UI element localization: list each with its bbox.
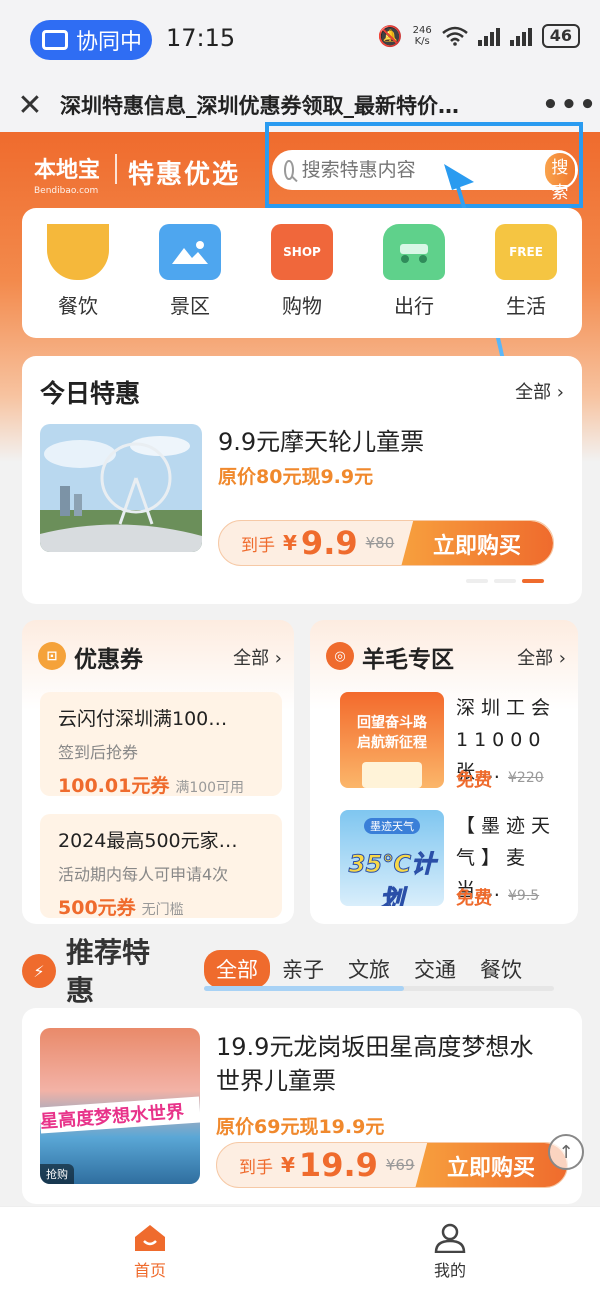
nav-home[interactable]: 首页 bbox=[0, 1207, 300, 1295]
today-buy-bar: 到手 ¥ 9.9 ¥80 立即购买 bbox=[218, 520, 554, 566]
recommend-buy-bar: 到手 ¥ 19.9 ¥69 立即购买 bbox=[216, 1142, 568, 1188]
cast-label: 协同中 bbox=[76, 30, 143, 55]
signal-icon-2 bbox=[509, 26, 532, 46]
bendibao-logo: 本地宝 Bendibao.com bbox=[34, 157, 101, 196]
wool-item[interactable]: 回望奋斗路 启航新征程 深圳工会11000张… 免费 ¥220 bbox=[340, 692, 580, 792]
status-icons: 🔕 246 K/s 46 bbox=[378, 24, 580, 48]
coupon-item[interactable]: 云闪付深圳满100… 签到后抢券 100.01元券 满100可用 bbox=[40, 692, 282, 797]
wool-zone-title: 羊毛专区 bbox=[362, 647, 454, 673]
category-travel[interactable]: 出行 bbox=[369, 224, 459, 338]
recommend-buy-now-button[interactable]: 立即购买 bbox=[415, 1143, 567, 1187]
wool-see-all-link[interactable]: 全部 › bbox=[517, 644, 566, 670]
recommend-tabs: 全部 亲子 文旅 交通 餐饮 bbox=[204, 950, 564, 988]
tab-family[interactable]: 亲子 bbox=[270, 950, 336, 988]
chevron-right-icon: › bbox=[551, 382, 564, 403]
close-icon[interactable]: ✕ bbox=[0, 88, 60, 123]
nav-mine[interactable]: 我的 bbox=[300, 1207, 600, 1295]
screen-cast-icon bbox=[42, 30, 68, 50]
category-shopping[interactable]: SHOP 购物 bbox=[257, 224, 347, 338]
coupons-card: ⊡ 优惠券 全部 › 云闪付深圳满100… 签到后抢券 100.01元券 满100… bbox=[22, 620, 294, 924]
today-deal-old-price: ¥80 bbox=[365, 534, 395, 552]
logo-divider bbox=[115, 154, 117, 184]
page-title: 深圳特惠信息_深圳优惠券领取_最新特价… bbox=[60, 94, 459, 118]
today-deal-original-price: 原价80元现9.9元 bbox=[218, 466, 374, 488]
union-event-image: 回望奋斗路 启航新征程 bbox=[340, 692, 444, 788]
water-park-image[interactable]: 星高度梦想水世界 抢购 bbox=[40, 1028, 200, 1184]
ferris-wheel-image[interactable] bbox=[40, 424, 202, 552]
recommend-title: 推荐特惠 bbox=[66, 936, 151, 1007]
signal-icon bbox=[477, 26, 500, 46]
tab-all[interactable]: 全部 bbox=[204, 950, 270, 988]
chevron-right-icon: › bbox=[269, 648, 282, 669]
coupon-icon: ⊡ bbox=[38, 642, 66, 670]
lightning-icon: ⚡ bbox=[22, 954, 56, 988]
today-see-all-link[interactable]: 全部 › bbox=[515, 378, 564, 404]
tab-dining[interactable]: 餐饮 bbox=[468, 950, 534, 988]
recommend-deal-card: 星高度梦想水世界 抢购 19.9元龙岗坂田星高度梦想水世界儿童票 原价69元现1… bbox=[22, 1008, 582, 1204]
coupon-item[interactable]: 2024最高500元家… 活动期内每人可申请4次 500元券 无门槛 bbox=[40, 814, 282, 919]
car-icon bbox=[383, 224, 445, 280]
recommend-deal-price: 19.9 bbox=[298, 1146, 378, 1184]
brand-title: 特惠优选 bbox=[128, 160, 241, 190]
network-speed: 246 K/s bbox=[412, 25, 432, 47]
wool-zone-icon: ◎ bbox=[326, 642, 354, 670]
recommend-deal-original-price: 原价69元现19.9元 bbox=[216, 1116, 385, 1138]
chevron-right-icon: › bbox=[553, 648, 566, 669]
category-card: 餐饮 景区 SHOP 购物 出行 FREE 生活 bbox=[22, 208, 582, 338]
today-deal-price: 9.9 bbox=[300, 524, 358, 562]
recommend-deal-old-price: ¥69 bbox=[385, 1156, 415, 1174]
today-deals-card: 今日特惠 全部 › 9.9元摩天轮儿童票 原价80元现9.9元 到手 ¥ 9.9… bbox=[22, 356, 582, 604]
free-notebook-icon: FREE bbox=[495, 224, 557, 280]
annotation-highlight-box bbox=[265, 122, 583, 208]
wool-zone-card: ◎ 羊毛专区 全部 › 回望奋斗路 启航新征程 深圳工会11000张… 免费 ¥… bbox=[310, 620, 578, 924]
food-bowl-icon bbox=[47, 224, 109, 280]
shopping-bag-icon: SHOP bbox=[271, 224, 333, 280]
scroll-to-top-icon[interactable]: ↑ bbox=[548, 1134, 584, 1170]
coupons-see-all-link[interactable]: 全部 › bbox=[233, 644, 282, 670]
recommend-deal-name[interactable]: 19.9元龙岗坂田星高度梦想水世界儿童票 bbox=[216, 1030, 556, 1098]
today-deal-name[interactable]: 9.9元摩天轮儿童票 bbox=[218, 422, 424, 457]
tabs-scrollbar[interactable] bbox=[204, 986, 554, 991]
more-options-icon[interactable]: ••• bbox=[540, 90, 600, 120]
wifi-icon bbox=[441, 26, 468, 46]
tab-culture-travel[interactable]: 文旅 bbox=[336, 950, 402, 988]
bottom-nav: 首页 我的 bbox=[0, 1206, 600, 1295]
today-buy-now-button[interactable]: 立即购买 bbox=[401, 521, 553, 565]
weather-event-image: 墨迹天气 35℃计划 bbox=[340, 810, 444, 906]
home-icon bbox=[135, 1225, 165, 1251]
coupons-title: 优惠券 bbox=[74, 647, 143, 673]
battery-icon: 46 bbox=[541, 24, 580, 48]
mute-bell-icon: 🔕 bbox=[377, 24, 403, 48]
category-life[interactable]: FREE 生活 bbox=[481, 224, 571, 338]
user-icon bbox=[434, 1223, 466, 1253]
category-food[interactable]: 餐饮 bbox=[33, 224, 123, 338]
status-bar: 协同中 17:15 🔕 246 K/s 46 bbox=[0, 0, 600, 78]
carousel-indicator bbox=[466, 579, 544, 583]
wool-item[interactable]: 墨迹天气 35℃计划 【墨迹天气】麦当… 免费 ¥9.5 bbox=[340, 810, 580, 910]
today-deals-title: 今日特惠 bbox=[40, 379, 141, 408]
category-scenery[interactable]: 景区 bbox=[145, 224, 235, 338]
clock: 17:15 bbox=[166, 24, 236, 52]
cast-status-pill[interactable]: 协同中 bbox=[30, 20, 152, 60]
tab-transport[interactable]: 交通 bbox=[402, 950, 468, 988]
scenery-picture-icon bbox=[159, 224, 221, 280]
